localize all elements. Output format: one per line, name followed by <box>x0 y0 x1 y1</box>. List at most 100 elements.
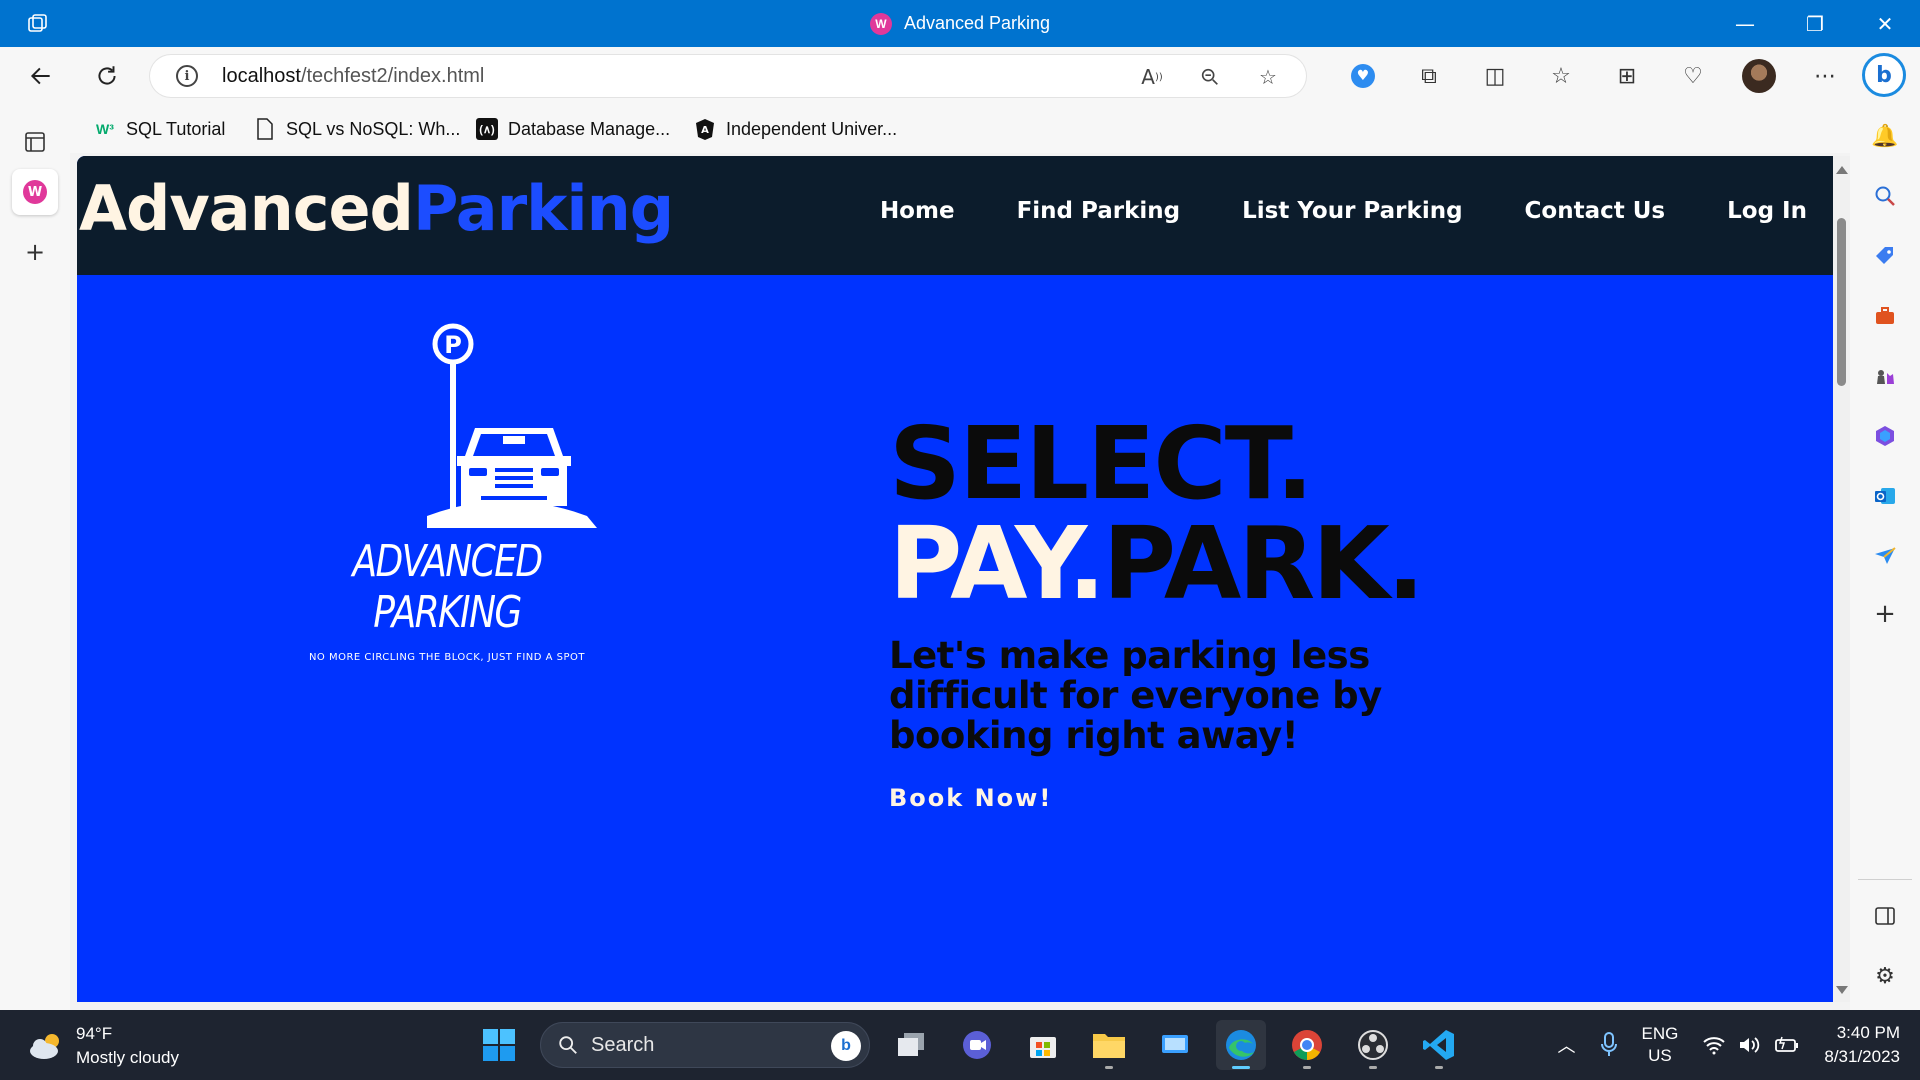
hero-park-word: PARK. <box>1102 505 1425 622</box>
microsoft-store-icon <box>1030 1037 1056 1058</box>
chat-icon <box>963 1031 991 1059</box>
add-sidebar-app-icon[interactable]: + <box>1868 597 1902 631</box>
chrome-app[interactable] <box>1282 1020 1332 1070</box>
brand-part-advanced: Advanced <box>79 172 414 245</box>
brand-part-parking: Parking <box>412 172 674 245</box>
svg-text:A: A <box>701 125 709 136</box>
hide-sidebar-icon[interactable] <box>1868 899 1902 933</box>
performance-icon[interactable]: ♡ <box>1660 55 1726 97</box>
show-hidden-icons-chevron-icon[interactable]: ︿ <box>1558 1032 1576 1058</box>
favorite-star-icon[interactable]: ☆ <box>1254 63 1282 91</box>
nav-home-link[interactable]: Home <box>880 198 955 224</box>
page-scrollbar[interactable] <box>1833 156 1850 1002</box>
parking-sign-letter: P <box>444 331 462 359</box>
bing-copilot-icon[interactable]: b <box>1862 53 1906 97</box>
outlook-icon[interactable] <box>1868 479 1902 513</box>
collections-icon[interactable]: ⊞ <box>1594 55 1660 97</box>
new-tab-button[interactable]: + <box>12 229 58 275</box>
site-favicon-icon: W <box>869 12 892 35</box>
bookmark-label: SQL Tutorial <box>126 118 226 139</box>
book-now-button[interactable]: Book Now! <box>889 784 1052 812</box>
site-info-icon[interactable]: i <box>176 65 198 87</box>
hero-text-block: SELECT. PAY.PARK. Let's make parking les… <box>889 414 1589 813</box>
games-icon[interactable] <box>1868 359 1902 393</box>
bookmark-item[interactable]: (∧) Database Manage... <box>476 115 670 143</box>
back-button[interactable] <box>22 57 60 95</box>
shopping-tag-icon[interactable] <box>1868 239 1902 273</box>
address-bar[interactable]: i localhost/techfest2/index.html A)) ☆ <box>150 55 1306 97</box>
microphone-icon[interactable] <box>1600 1032 1618 1058</box>
title-bar: W Advanced Parking — ❐ ✕ <box>0 0 1920 47</box>
back-arrow-icon <box>30 67 50 85</box>
more-options-icon[interactable]: ⋯ <box>1792 55 1858 97</box>
screen-icon <box>1162 1035 1188 1053</box>
windows-taskbar: 94°F Mostly cloudy Search b ︿ ENG US 3:4… <box>0 1010 1920 1080</box>
tab-actions-icon[interactable] <box>12 119 58 165</box>
nav-contact-link[interactable]: Contact Us <box>1525 198 1666 224</box>
taskbar-search[interactable]: Search b <box>540 1022 870 1068</box>
vscode-icon <box>1423 1030 1454 1060</box>
task-view-button[interactable] <box>886 1020 936 1070</box>
logo-title: ADVANCED PARKING <box>352 536 543 638</box>
avatar <box>1742 59 1776 93</box>
language-indicator[interactable]: ENG US <box>1642 1023 1679 1067</box>
drop-send-icon[interactable] <box>1868 539 1902 573</box>
nav-login-link[interactable]: Log In <box>1727 198 1807 224</box>
logo-tagline: NO MORE CIRCLING THE BLOCK, JUST FIND A … <box>308 652 586 663</box>
file-explorer-app[interactable] <box>1084 1020 1134 1070</box>
store-app[interactable] <box>1018 1020 1068 1070</box>
weather-text: 94°F Mostly cloudy <box>76 1022 179 1070</box>
chrome-icon <box>1292 1030 1322 1060</box>
tray-status-group[interactable] <box>1702 1035 1800 1055</box>
zoom-icon[interactable] <box>1196 63 1224 91</box>
split-screen-icon[interactable]: ◫ <box>1462 55 1528 97</box>
profile-button[interactable] <box>1726 55 1792 97</box>
running-indicator <box>1232 1066 1250 1069</box>
weather-widget[interactable]: 94°F Mostly cloudy <box>26 1022 179 1070</box>
weather-temp: 94°F <box>76 1024 113 1043</box>
taskbar-apps: Search b <box>474 1020 1464 1070</box>
search-icon[interactable] <box>1868 179 1902 213</box>
clock[interactable]: 3:40 PM 8/31/2023 <box>1824 1021 1900 1069</box>
url-text[interactable]: localhost/techfest2/index.html <box>222 65 484 88</box>
remote-desktop-app[interactable] <box>1150 1020 1200 1070</box>
vscode-app[interactable] <box>1414 1020 1464 1070</box>
hero-subheading: Let's make parking less difficult for ev… <box>889 634 1382 757</box>
read-aloud-icon[interactable]: A)) <box>1138 63 1166 91</box>
tools-icon[interactable] <box>1868 299 1902 333</box>
w3schools-icon: W³ <box>96 121 114 137</box>
start-button[interactable] <box>474 1020 524 1070</box>
settings-gear-icon[interactable]: ⚙ <box>1868 959 1902 993</box>
battery-icon <box>1775 1036 1799 1052</box>
refresh-button[interactable] <box>88 57 126 95</box>
window-title: Advanced Parking <box>903 13 1051 33</box>
microsoft-365-icon[interactable] <box>1868 419 1902 453</box>
weather-desc: Mostly cloudy <box>76 1048 179 1067</box>
restore-button[interactable]: ❐ <box>1780 0 1850 47</box>
nav-list-parking-link[interactable]: List Your Parking <box>1242 198 1462 224</box>
browser-essentials-icon[interactable]: ♥ <box>1330 55 1396 97</box>
site-nav-links: Home Find Parking List Your Parking Cont… <box>880 198 1807 224</box>
university-icon: A <box>694 118 716 140</box>
window-controls: — ❐ ✕ <box>1710 0 1920 47</box>
obs-app[interactable] <box>1348 1020 1398 1070</box>
notifications-icon[interactable]: 🔔 <box>1868 119 1902 153</box>
site-brand-logo[interactable]: AdvancedParking <box>79 172 674 245</box>
bookmark-label: Database Manage... <box>508 118 671 139</box>
favorites-icon[interactable]: ☆ <box>1528 55 1594 97</box>
edge-app[interactable] <box>1216 1020 1266 1070</box>
edge-sidebar: 🔔 + ⚙ <box>1850 105 1920 1010</box>
bookmark-item[interactable]: SQL vs NoSQL: Wh... <box>254 115 460 143</box>
chat-app[interactable] <box>952 1020 1002 1070</box>
tab-advanced-parking[interactable]: W <box>12 169 58 215</box>
bookmark-item[interactable]: W³ SQL Tutorial <box>94 115 225 143</box>
extensions-icon[interactable]: ⧉ <box>1396 55 1462 97</box>
minimize-button[interactable]: — <box>1710 0 1780 47</box>
close-button[interactable]: ✕ <box>1850 0 1920 47</box>
hero-pay-word: PAY. <box>889 505 1106 622</box>
nav-find-parking-link[interactable]: Find Parking <box>1017 198 1181 224</box>
bookmark-item[interactable]: A Independent Univer... <box>694 115 897 143</box>
scroll-down-arrow-icon[interactable] <box>1836 986 1848 994</box>
scroll-up-arrow-icon[interactable] <box>1836 166 1848 174</box>
scroll-thumb[interactable] <box>1837 218 1846 386</box>
